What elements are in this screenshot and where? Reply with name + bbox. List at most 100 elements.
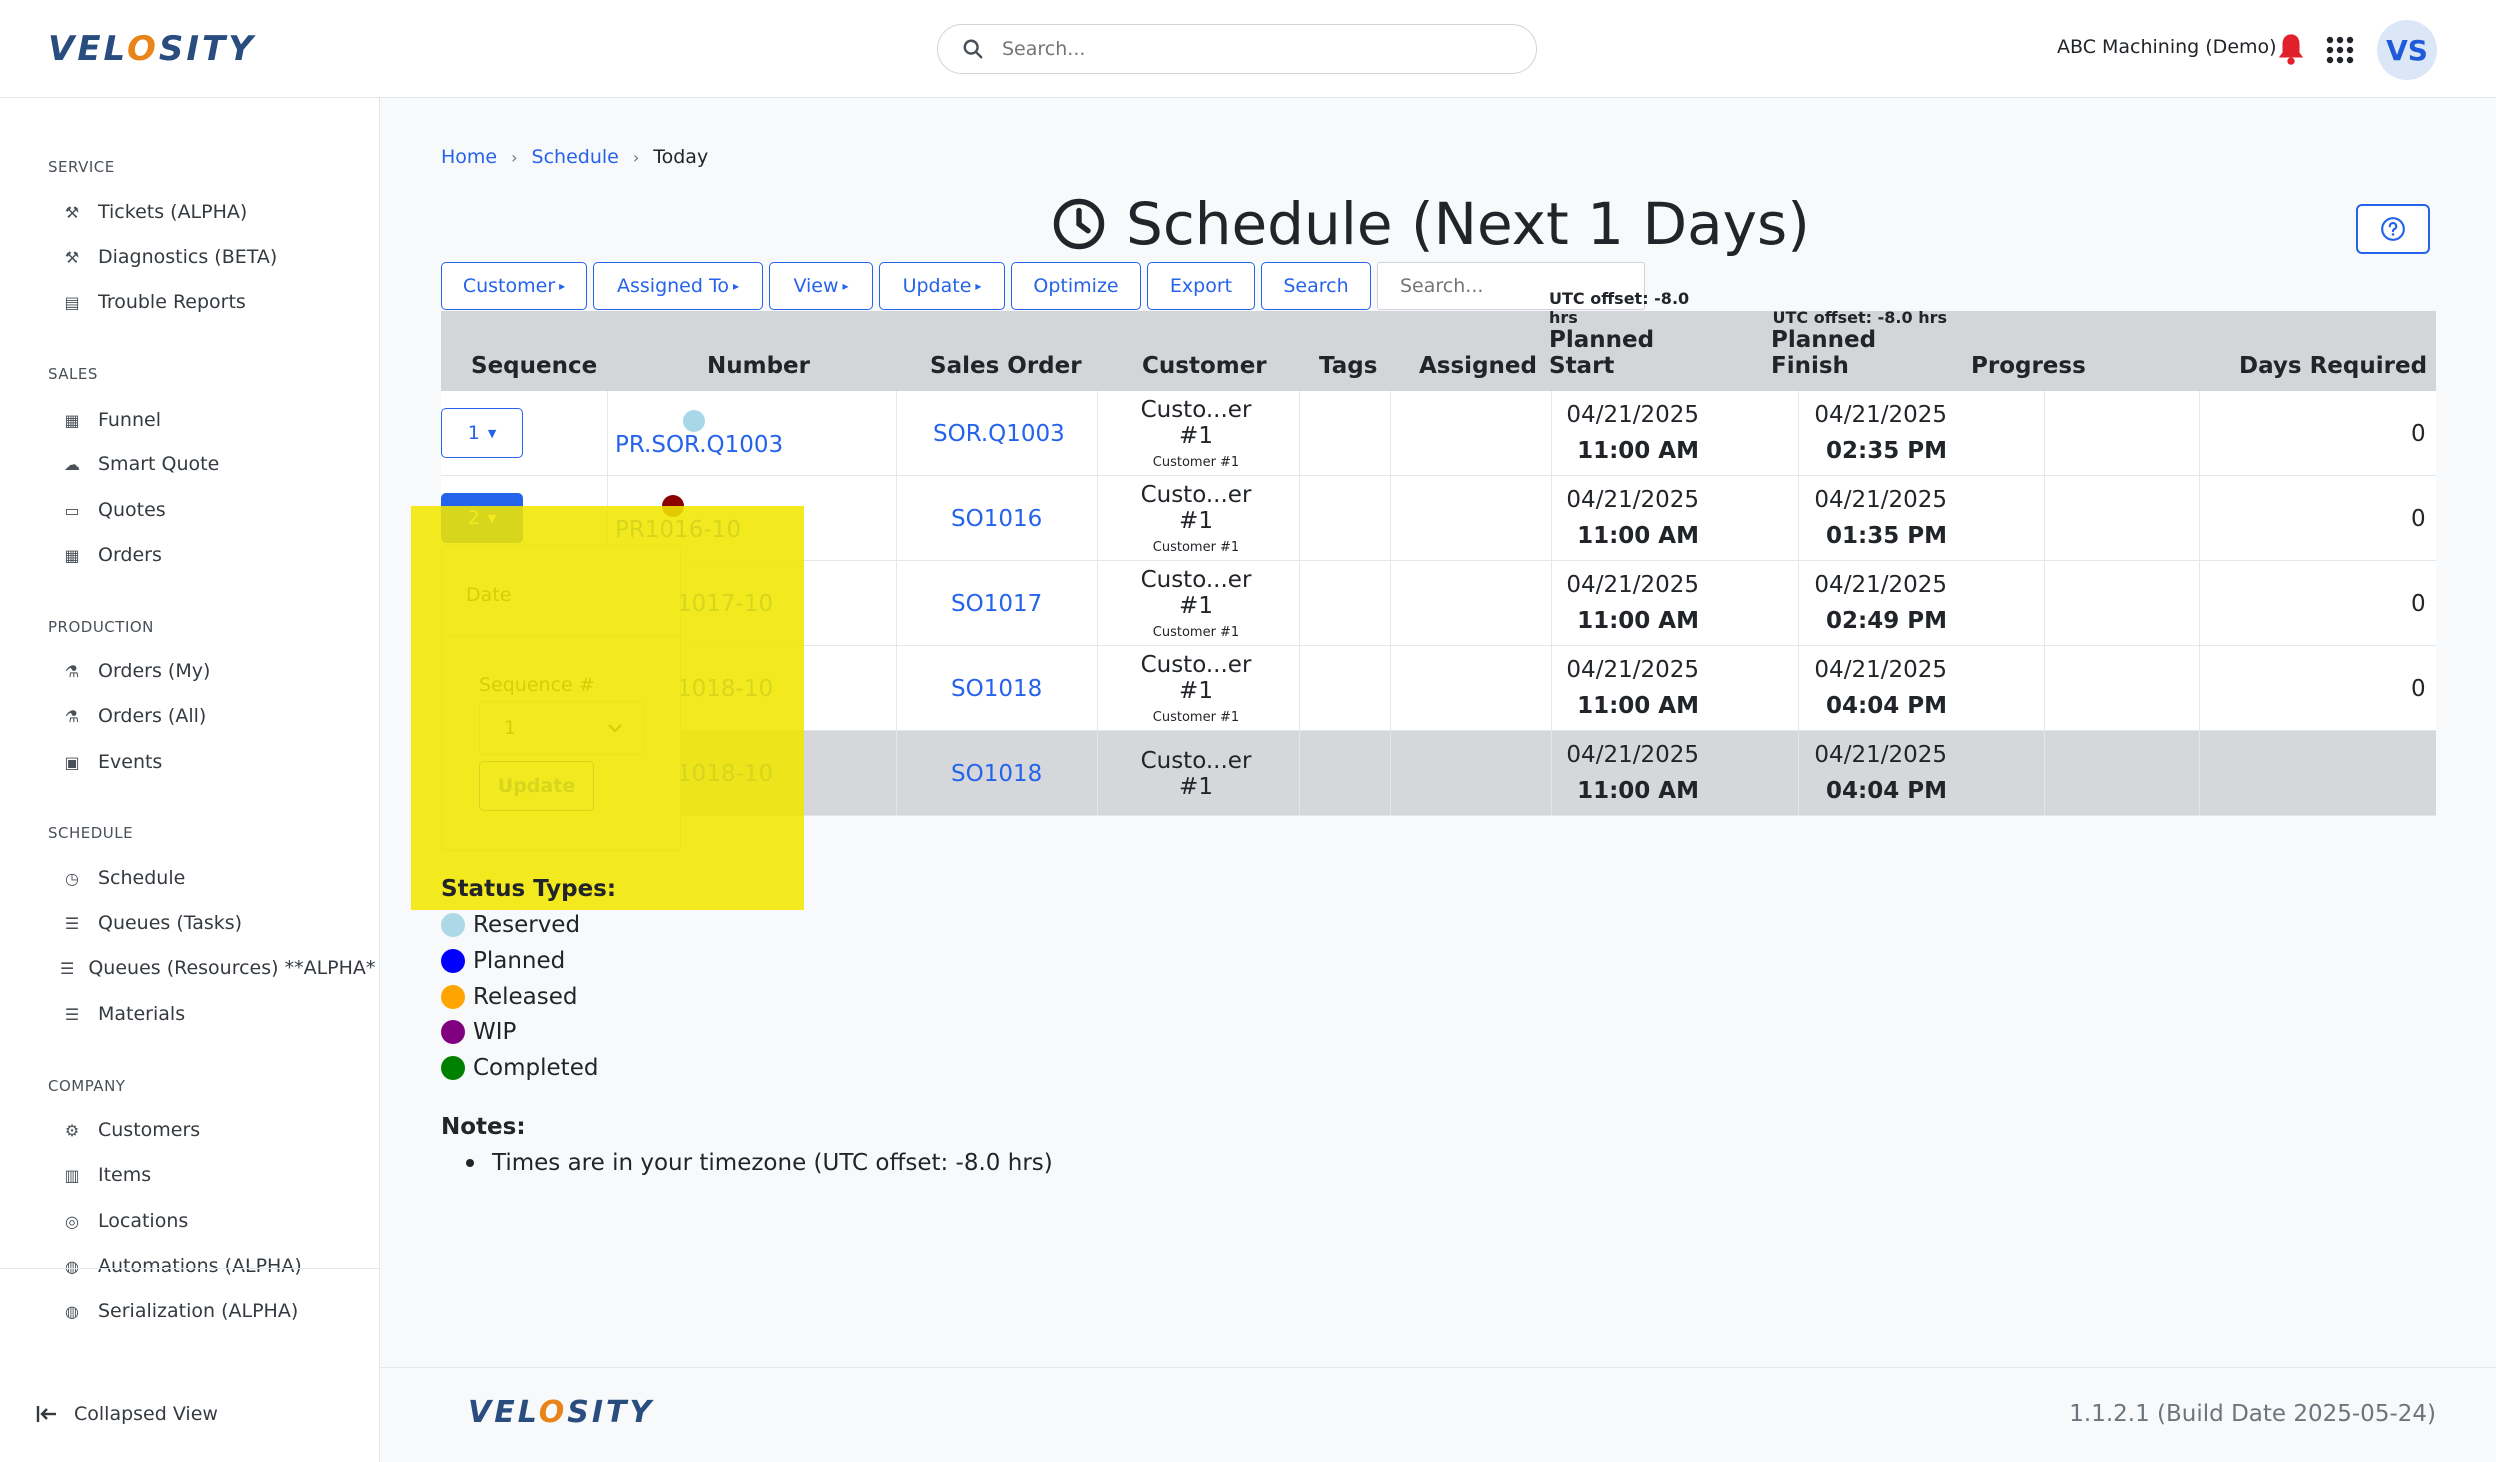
column-divider [1798, 391, 1799, 816]
notification-bell-icon[interactable] [2276, 32, 2306, 66]
number-cell[interactable]: PR.SOR.Q1003 [615, 391, 783, 476]
sidebar-section-sales: SALES [48, 365, 98, 383]
days-required-cell: 0 [2411, 590, 2426, 617]
money-icon: ▭ [64, 500, 80, 520]
global-search-input[interactable] [1002, 38, 1502, 60]
footer-logo: VELOSITY [468, 1395, 655, 1430]
sidebar-item-trouble-reports[interactable]: ▤ Trouble Reports [60, 290, 376, 314]
list-icon: ☰ [64, 913, 80, 933]
sidebar-item-materials[interactable]: ☰ Materials [60, 1002, 376, 1026]
sidebar-item-orders-my[interactable]: ⚗ Orders (My) [60, 659, 376, 683]
table-row[interactable]: 2 ▼ PR1016-10 SO1016 Custo...er #1 Custome… [441, 476, 2436, 561]
help-button[interactable] [2356, 204, 2430, 254]
sidebar-item-schedule[interactable]: ◷ Schedule [60, 866, 376, 890]
sidebar-item-funnel[interactable]: ▦ Funnel [60, 408, 376, 432]
crane-icon: ⚗ [64, 661, 80, 681]
column-divider [896, 391, 897, 816]
column-divider [1097, 391, 1098, 816]
global-search[interactable] [937, 24, 1537, 74]
sales-order-link[interactable]: SO1018 [951, 646, 1042, 731]
col-sequence[interactable]: Sequence [471, 311, 597, 391]
update-menu-button[interactable]: Update ▸ [879, 262, 1005, 310]
customer-cell: Custo...er #1 Customer #1 [1140, 652, 1252, 725]
apps-grid-icon[interactable] [2326, 36, 2354, 64]
sequence-update-popup: Date Sequence # 1 Update [441, 545, 682, 851]
optimize-button[interactable]: Optimize [1011, 262, 1141, 310]
list-icon: ☰ [64, 1004, 80, 1024]
customer-cell: Custo...er #1 Customer #1 [1140, 567, 1252, 640]
sidebar-item-locations[interactable]: ◎ Locations [60, 1209, 376, 1233]
company-name[interactable]: ABC Machining (Demo) [2057, 36, 2277, 58]
sales-order-link[interactable]: SO1018 [951, 731, 1042, 816]
table-row[interactable]: 1 ▼ PR.SOR.Q1003 SOR.Q1003 Custo...er #1 C… [441, 391, 2436, 476]
customer-cell: Custo...er #1 Customer #1 [1140, 397, 1252, 470]
top-bar: VELOSITY ABC Machining (Demo) VS [0, 0, 2496, 98]
schedule-toolbar: Customer ▸ Assigned To ▸ View ▸ Update ▸ Opt… [441, 262, 1645, 310]
crane-icon: ⚗ [64, 706, 80, 726]
col-progress[interactable]: Progress [1971, 311, 2086, 391]
popup-update-button[interactable]: Update [479, 761, 594, 811]
sidebar-item-diagnostics[interactable]: ⚒ Diagnostics (BETA) [60, 245, 376, 269]
caret-right-icon: ▸ [559, 279, 566, 293]
sidebar-item-tickets[interactable]: ⚒ Tickets (ALPHA) [60, 200, 376, 224]
table-row[interactable]: 1018-10 SO1018 Custo...er #1 04/21/2025 1… [441, 731, 2436, 816]
export-button[interactable]: Export [1147, 262, 1255, 310]
sales-order-link[interactable]: SO1017 [951, 561, 1042, 646]
velosity-logo[interactable]: VELOSITY [48, 26, 256, 72]
sidebar-item-orders-all[interactable]: ⚗ Orders (All) [60, 704, 376, 728]
sequence-dropdown-button[interactable]: 1 ▼ [441, 408, 523, 458]
sidebar-item-orders[interactable]: ▦ Orders [60, 543, 376, 567]
table-row[interactable]: 1017-10 SO1017 Custo...er #1 Customer #1 … [441, 561, 2436, 646]
col-planned-start[interactable]: UTC offset: -8.0 hrs Planned Start [1549, 289, 1699, 391]
sidebar-item-queues-resources[interactable]: ☰ Queues (Resources) **ALPHA** [60, 956, 376, 980]
sidebar-item-quotes[interactable]: ▭ Quotes [60, 498, 376, 522]
column-divider [2044, 391, 2045, 816]
col-planned-finish[interactable]: UTC offset: -8.0 hrs Planned Finish [1771, 308, 1947, 391]
sidebar-item-smart-quote[interactable]: ☁ Smart Quote [60, 452, 376, 476]
question-icon [2381, 217, 2405, 241]
sidebar-item-items[interactable]: ▥ Items [60, 1163, 376, 1187]
search-icon [960, 36, 986, 62]
chevron-right-icon: › [511, 147, 518, 167]
table-row[interactable]: 1018-10 SO1018 Custo...er #1 Customer #1 … [441, 646, 2436, 731]
sidebar-section-schedule: SCHEDULE [48, 824, 134, 842]
breadcrumb-home[interactable]: Home [441, 146, 497, 168]
chevron-right-icon: › [632, 147, 640, 167]
col-assigned[interactable]: Assigned [1419, 311, 1537, 391]
chevron-down-icon [608, 724, 622, 733]
col-number[interactable]: Number [707, 311, 810, 391]
status-dot [683, 409, 706, 432]
col-sales-order[interactable]: Sales Order [930, 311, 1082, 391]
sales-order-link[interactable]: SO1016 [951, 476, 1042, 561]
sidebar-section-production: PRODUCTION [48, 618, 154, 636]
legend-item-released: Released [441, 984, 577, 1010]
col-customer[interactable]: Customer [1142, 311, 1267, 391]
search-button[interactable]: Search [1261, 262, 1371, 310]
sales-order-link[interactable]: SOR.Q1003 [933, 391, 1065, 476]
col-tags[interactable]: Tags [1319, 311, 1377, 391]
assigned-to-filter-button[interactable]: Assigned To ▸ [593, 262, 763, 310]
view-menu-button[interactable]: View ▸ [769, 262, 873, 310]
legend-item-planned: Planned [441, 948, 565, 974]
clock-icon [1053, 198, 1105, 250]
days-required-cell: 0 [2411, 420, 2426, 447]
status-dot [441, 1056, 465, 1080]
caret-right-icon: ▸ [975, 279, 982, 293]
sequence-dropdown-button[interactable]: 2 ▼ [441, 493, 523, 543]
breadcrumb: Home › Schedule › Today [441, 146, 708, 168]
building-icon: ▦ [64, 410, 80, 430]
sidebar-item-queues-tasks[interactable]: ☰ Queues (Tasks) [60, 911, 376, 935]
sidebar-item-customers[interactable]: ⚙ Customers [60, 1118, 376, 1142]
number-cell[interactable]: 1018-10 [677, 646, 773, 731]
number-cell[interactable]: 1017-10 [677, 561, 773, 646]
days-required-cell: 0 [2411, 505, 2426, 532]
sequence-number-select[interactable]: 1 [479, 701, 645, 755]
user-avatar[interactable]: VS [2377, 20, 2437, 80]
breadcrumb-schedule[interactable]: Schedule [532, 146, 619, 168]
customer-filter-button[interactable]: Customer ▸ [441, 262, 587, 310]
number-cell[interactable]: 1018-10 [677, 731, 773, 816]
sidebar-item-events[interactable]: ▣ Events [60, 750, 376, 774]
breadcrumb-current: Today [653, 146, 709, 168]
collapse-view-button[interactable]: Collapsed View [36, 1402, 218, 1426]
col-days-required[interactable]: Days Required [2239, 311, 2427, 391]
